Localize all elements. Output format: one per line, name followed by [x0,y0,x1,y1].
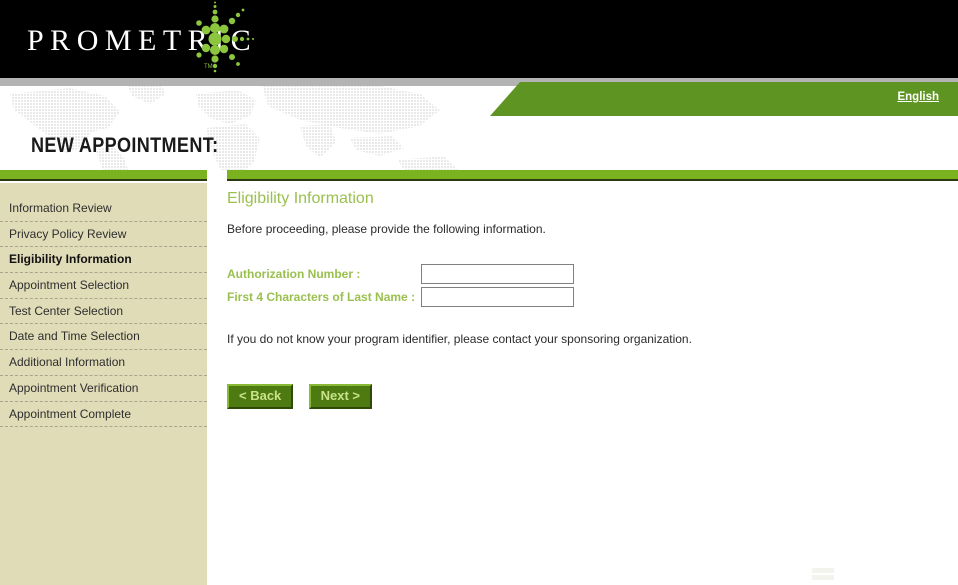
bottom-watermark [812,568,834,580]
last-name-input[interactable] [421,286,575,307]
back-button[interactable]: < Back [227,384,294,409]
brand-header-bar: PROMETRIC TM [0,0,958,78]
main-content: Eligibility Information Before proceedin… [227,190,947,409]
authorization-number-label: Authorization Number : [227,266,361,281]
sidebar-item-eligibility-information[interactable]: Eligibility Information [0,247,207,274]
form-row-authorization-number: Authorization Number : [227,262,575,285]
page-title: NEW APPOINTMENT: [31,134,219,157]
gray-divider-strip [0,78,958,86]
sidebar-item-date-and-time-selection[interactable]: Date and Time Selection [0,324,207,351]
section-rule-right [227,170,958,181]
form-row-last-name: First 4 Characters of Last Name : [227,285,575,308]
trademark-symbol: TM [204,64,213,70]
page-root: PROMETRIC TM English NEW APPOINTMENT: In… [0,0,958,585]
sidebar-nav: Information Review Privacy Policy Review… [0,183,207,585]
section-rule-left [0,170,207,181]
last-name-cell [421,285,575,308]
content-heading: Eligibility Information [227,190,374,207]
sidebar-item-test-center-selection[interactable]: Test Center Selection [0,299,207,325]
language-link[interactable]: English [897,91,939,103]
sidebar-item-additional-information[interactable]: Additional Information [0,350,207,376]
last-name-label: First 4 Characters of Last Name : [227,289,416,304]
next-button[interactable]: Next > [308,384,373,409]
sidebar-item-information-review[interactable]: Information Review [0,196,207,222]
sidebar-item-privacy-policy-review[interactable]: Privacy Policy Review [0,222,207,248]
authorization-number-input[interactable] [421,263,575,284]
prometric-starburst-icon [186,0,260,78]
intro-text: Before proceeding, please provide the fo… [227,222,546,236]
authorization-number-cell [421,262,575,285]
sidebar-item-appointment-verification[interactable]: Appointment Verification [0,376,207,402]
sidebar-item-appointment-complete[interactable]: Appointment Complete [0,402,207,428]
program-identifier-note: If you do not know your program identifi… [227,332,692,346]
form-button-row: < Back Next > [227,384,947,409]
sidebar-item-appointment-selection[interactable]: Appointment Selection [0,273,207,299]
eligibility-form: Authorization Number : First 4 Character… [227,262,575,308]
